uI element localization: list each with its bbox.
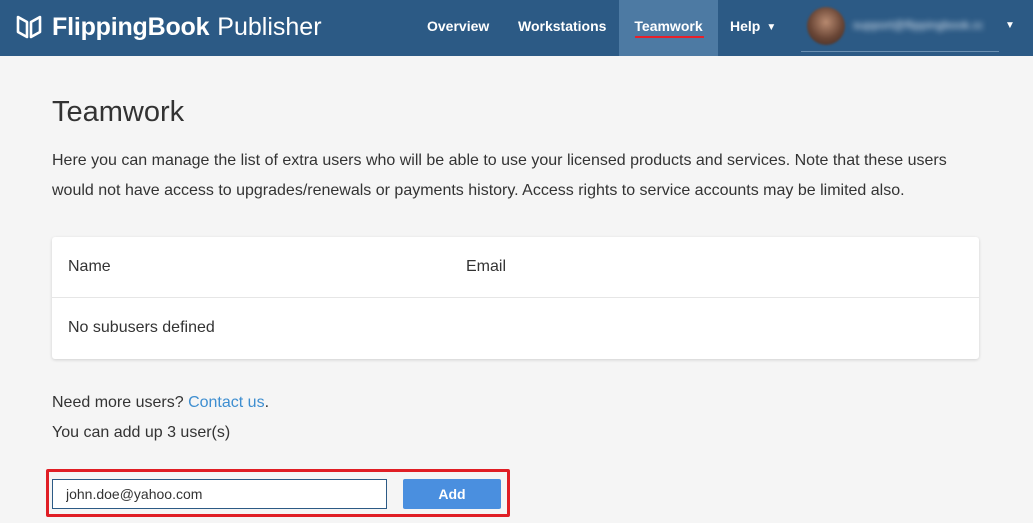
user-menu-chevron-down-icon[interactable]: ▼ (1005, 20, 1015, 31)
more-users-suffix: . (264, 394, 270, 411)
chevron-down-icon: ▼ (766, 22, 777, 33)
more-users-prefix: Need more users? (52, 394, 184, 411)
add-user-button[interactable]: Add (403, 479, 501, 509)
empty-state-text: No subusers defined (68, 319, 215, 336)
nav-help[interactable]: Help ▼ (730, 0, 776, 56)
flippingbook-logo-icon (16, 15, 42, 39)
intro-text: Here you can manage the list of extra us… (52, 152, 947, 199)
brand-name: FlippingBook (52, 12, 210, 41)
top-bar: FlippingBook Publisher Overview Workstat… (0, 0, 1033, 56)
nav-overview[interactable]: Overview (427, 0, 489, 56)
email-field[interactable] (52, 479, 387, 509)
page-title: Teamwork (52, 96, 185, 128)
user-email: support@flippingbook.com (853, 18, 983, 32)
nav-help-label: Help (730, 18, 761, 34)
contact-us-link[interactable]: Contact us (188, 394, 264, 411)
logo[interactable]: FlippingBook Publisher (16, 12, 322, 42)
nav-workstations[interactable]: Workstations (518, 0, 606, 56)
product-name: Publisher (217, 12, 322, 41)
nav-teamwork-label: Teamwork (634, 18, 703, 34)
subusers-table: Name Email No subusers defined (52, 237, 979, 359)
more-users-text: Need more users? Contact us. (52, 394, 269, 412)
column-header-email: Email (466, 258, 507, 275)
nav-teamwork[interactable]: Teamwork (619, 0, 718, 56)
user-menu-underline (801, 51, 999, 52)
user-menu[interactable]: support@flippingbook.com (801, 0, 999, 52)
user-limit-text: You can add up 3 user(s) (52, 424, 231, 441)
active-tab-underline (635, 36, 704, 38)
table-header: Name Email (52, 237, 979, 298)
column-header-name: Name (68, 258, 111, 275)
avatar (807, 7, 845, 45)
